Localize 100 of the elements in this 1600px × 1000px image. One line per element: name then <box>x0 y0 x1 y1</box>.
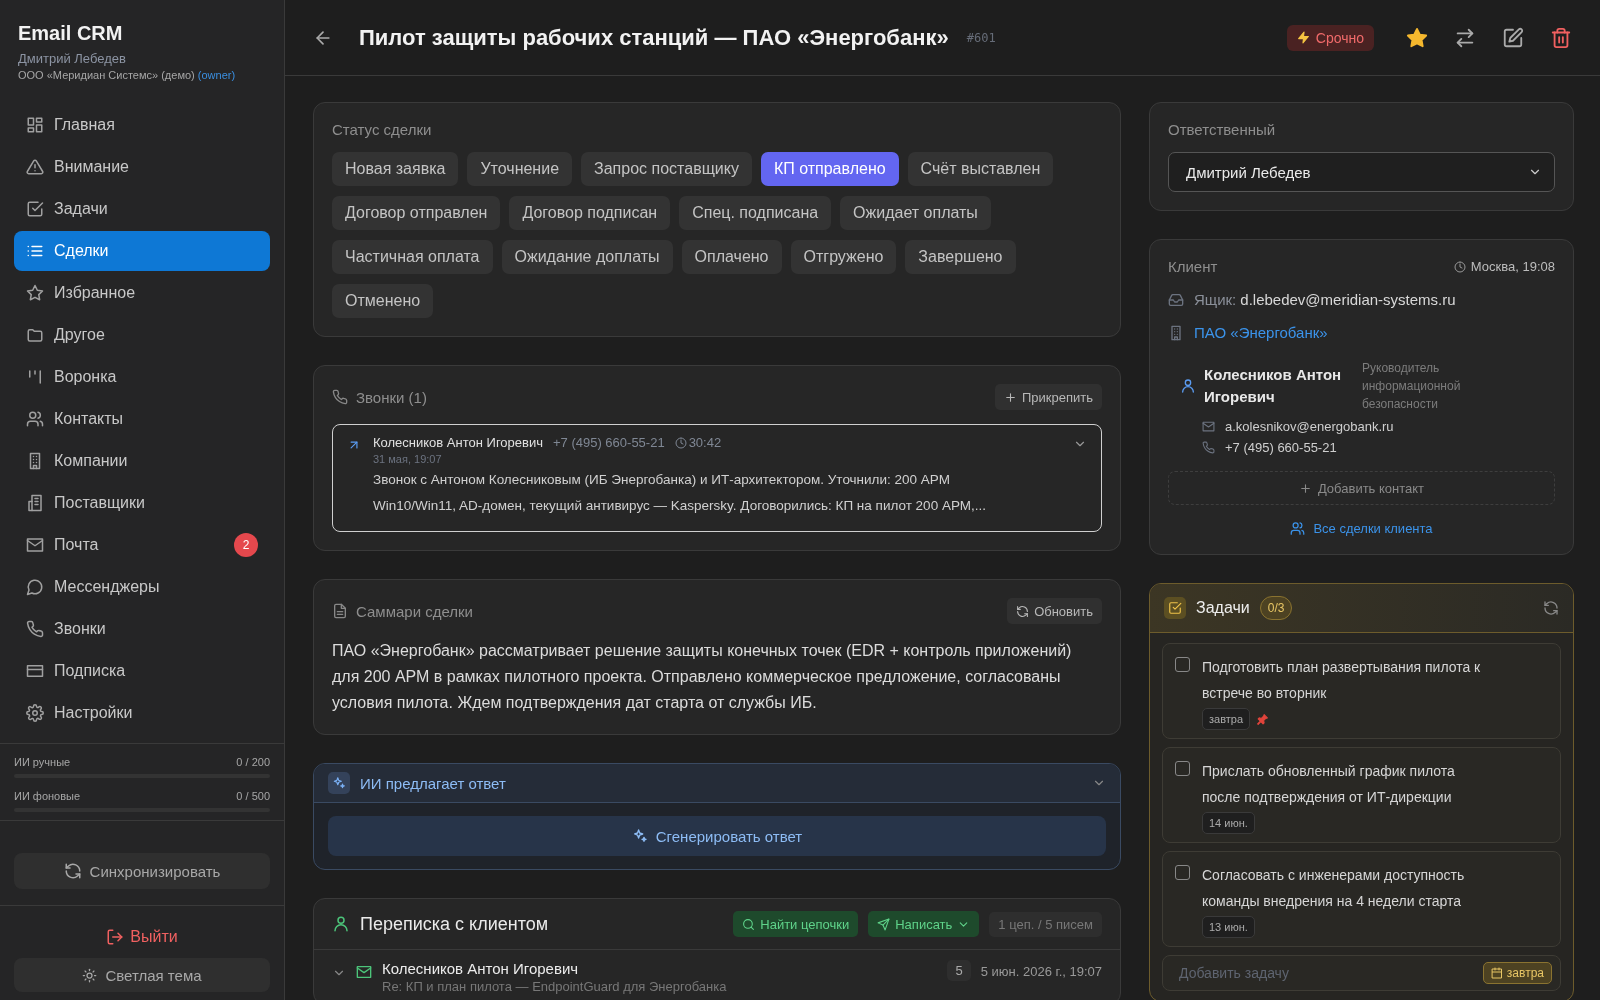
send-icon <box>877 917 891 931</box>
plus-icon <box>1004 390 1017 404</box>
status-option[interactable]: Частичная оплата <box>332 240 493 274</box>
message-count: 5 <box>947 960 971 981</box>
refresh-icon[interactable] <box>1543 600 1559 616</box>
status-option[interactable]: Ожидает оплаты <box>840 196 991 230</box>
thread-row[interactable]: Колесников Антон Игоревич Re: КП и план пилота — EndpointGuard для Энергобанка 5 5 июн. 2026 г., 19:07 <box>314 950 1120 1000</box>
status-option[interactable]: Спец. подписана <box>679 196 832 230</box>
section-label: Ответственный <box>1168 121 1277 138</box>
building-icon <box>26 494 44 512</box>
favorite-star-icon[interactable] <box>1406 26 1428 49</box>
attach-button[interactable]: Прикрепить <box>995 384 1102 410</box>
generate-reply-button[interactable]: Сгенерировать ответ <box>328 816 1106 856</box>
task-checkbox[interactable] <box>1175 761 1190 776</box>
find-threads-button[interactable]: Найти цепочки <box>733 911 859 937</box>
phone-icon <box>1202 441 1215 454</box>
section-label: Статус сделки <box>332 121 433 138</box>
delete-icon[interactable] <box>1550 26 1572 49</box>
people-icon <box>26 410 44 428</box>
inbox-icon <box>1168 291 1184 308</box>
swap-icon[interactable] <box>1454 26 1476 49</box>
mailbox-label: Ящик: <box>1194 291 1237 308</box>
section-title: Саммари сделки <box>356 602 473 620</box>
nav-item[interactable]: Компании <box>14 441 270 481</box>
nav-item[interactable]: Сделки <box>14 231 270 271</box>
company-link[interactable]: ПАО «Энергобанк» <box>1194 324 1328 341</box>
nav-item[interactable]: Внимание <box>14 147 270 187</box>
status-option[interactable]: Ожидание доплаты <box>501 240 673 274</box>
sync-button[interactable]: Синхронизировать <box>14 853 270 889</box>
mail-icon <box>356 964 372 980</box>
nav-item[interactable]: Избранное <box>14 273 270 313</box>
user-icon <box>1180 378 1196 394</box>
status-option[interactable]: Завершено <box>905 240 1016 274</box>
due-date-tag: 14 июн. <box>1202 812 1255 834</box>
logout-button[interactable]: Выйти <box>98 924 186 950</box>
edit-icon[interactable] <box>1502 26 1524 49</box>
nav-item[interactable]: Поставщики <box>14 483 270 523</box>
task-checkbox[interactable] <box>1175 657 1190 672</box>
refresh-icon <box>63 862 82 880</box>
section-title: Звонки (1) <box>356 388 427 406</box>
status-option[interactable]: Договор отправлен <box>332 196 501 230</box>
contact-name: Колесников Антон Игоревич <box>1204 365 1343 407</box>
bars-icon <box>26 368 44 386</box>
lightning-icon <box>1296 31 1310 44</box>
nav-item[interactable]: Главная <box>14 105 270 145</box>
section-label: Клиент <box>1168 258 1218 275</box>
nav-item[interactable]: Воронка <box>14 357 270 397</box>
checkbox-icon <box>26 200 44 218</box>
status-option[interactable]: Запрос поставщику <box>581 152 752 186</box>
deal-number: #601 <box>966 30 996 45</box>
contact-role: Руководитель информационной безопасности <box>1362 360 1462 413</box>
add-contact-button[interactable]: Добавить контакт <box>1168 471 1555 505</box>
nav-item[interactable]: Контакты <box>14 399 270 439</box>
all-deals-link[interactable]: Все сделки клиента <box>1290 521 1433 536</box>
chat-bubble-icon <box>26 578 44 596</box>
status-option[interactable]: КП отправлено <box>760 152 899 186</box>
nav-item[interactable]: Звонки <box>14 609 270 649</box>
local-time: Москва, 19:08 <box>1470 259 1555 274</box>
sparkles-icon <box>328 772 350 794</box>
refresh-icon <box>1016 604 1030 618</box>
caller-name: Колесников Антон Игоревич <box>373 435 543 450</box>
clock-icon <box>674 436 687 449</box>
nav-item[interactable]: Мессенджеры <box>14 567 270 607</box>
nav-item[interactable]: Другое <box>14 315 270 355</box>
theme-button[interactable]: Светлая тема <box>14 958 270 992</box>
ai-panel-title: ИИ предлагает ответ <box>360 774 506 792</box>
sun-icon <box>82 967 98 983</box>
nav-item[interactable]: Почта 2 <box>14 525 270 565</box>
status-option[interactable]: Отменено <box>332 284 434 318</box>
section-title: Переписка с клиентом <box>360 913 549 935</box>
due-date-tag: 13 июн. <box>1202 916 1255 938</box>
status-option[interactable]: Отгружено <box>790 240 897 274</box>
status-option[interactable]: Уточнение <box>467 152 573 186</box>
call-date: 31 мая, 19:07 <box>373 453 443 465</box>
nav-item[interactable]: Задачи <box>14 189 270 229</box>
refresh-button[interactable]: Обновить <box>1007 598 1102 624</box>
due-date-button[interactable]: завтра <box>1482 962 1552 984</box>
nav-item[interactable]: Настройки <box>14 693 270 733</box>
nav-item[interactable]: Подписка <box>14 651 270 691</box>
call-entry[interactable] <box>332 424 1102 532</box>
status-option[interactable]: Оплачено <box>681 240 782 274</box>
status-option[interactable]: Договор подписан <box>509 196 671 230</box>
search-icon <box>742 917 756 931</box>
tasks-count: 0/3 <box>1259 596 1293 620</box>
new-task-field[interactable]: Добавить задачу завтра <box>1162 955 1561 991</box>
due-date-tag: завтра <box>1202 708 1251 730</box>
task-text: Прислать обновленный график пилота после подтверждения от ИТ-дирекции <box>1202 762 1456 807</box>
star-icon <box>26 284 44 302</box>
status-option[interactable]: Счёт выставлен <box>907 152 1054 186</box>
usage-reading: 0 / 500 <box>236 790 270 802</box>
task-checkbox[interactable] <box>1175 865 1190 880</box>
grid-icon <box>26 116 44 134</box>
logout-icon <box>106 928 125 946</box>
contact-email: a.kolesnikov@energobank.ru <box>1225 419 1394 434</box>
role-label: (owner) <box>197 69 236 81</box>
calendar-icon <box>1490 967 1503 979</box>
call-summary: Звонок с Антоном Колесниковым (ИБ Энергобанка) и ИТ-архитектором. Уточнили: 200 АРМ Win10/Win11, AD-домен, текущий антивирус — Kaspersky. Договорились: КП на пилот 200 АРМ,... <box>373 471 987 515</box>
write-button[interactable]: Написать <box>868 911 980 937</box>
responsible-select[interactable]: Дмитрий Лебедев <box>1168 152 1555 192</box>
status-option[interactable]: Новая заявка <box>332 152 459 186</box>
